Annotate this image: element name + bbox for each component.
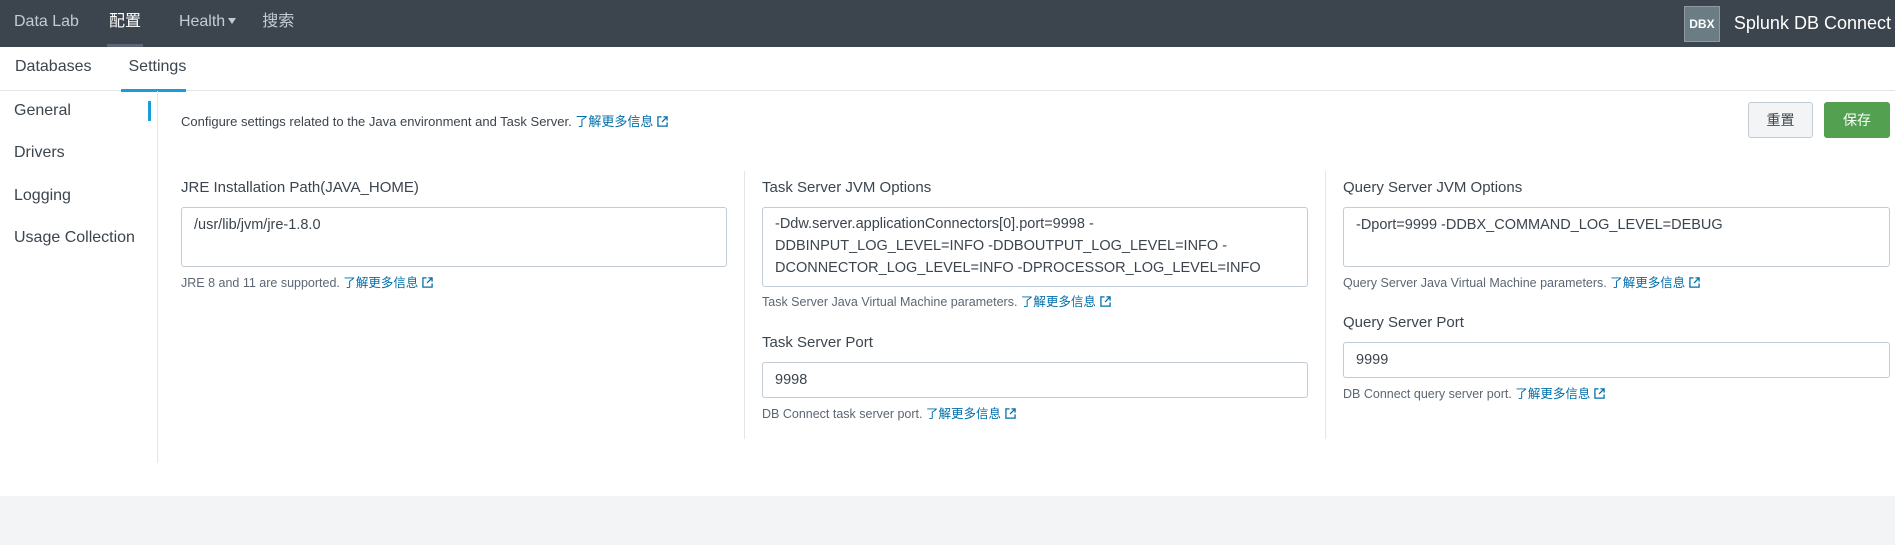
nav-data-lab-label: Data Lab — [14, 13, 79, 30]
query-jvm-options-textarea[interactable]: -Dport=9999 -DDBX_COMMAND_LOG_LEVEL=DEBU… — [1343, 207, 1890, 267]
sidenav-item-usage-collection[interactable]: Usage Collection — [14, 229, 135, 247]
learn-more-label: 了解更多信息 — [343, 276, 419, 290]
task-server-port-help-text: DB Connect task server port. — [762, 407, 923, 421]
chevron-down-icon — [228, 18, 237, 24]
learn-more-label: 了解更多信息 — [1610, 276, 1686, 290]
task-jvm-options-label: Task Server JVM Options — [762, 179, 932, 196]
settings-description: Configure settings related to the Java e… — [181, 111, 669, 130]
jre-path-input[interactable]: /usr/lib/jvm/jre-1.8.0 — [181, 207, 727, 267]
settings-sidenav: General Drivers Logging Usage Collection — [0, 91, 158, 463]
task-jvm-options-help-text: Task Server Java Virtual Machine paramet… — [762, 295, 1018, 309]
task-jvm-learn-more-link[interactable]: 了解更多信息 — [1021, 295, 1111, 309]
external-link-icon — [422, 277, 434, 288]
nav-search[interactable]: 搜索 — [250, 0, 306, 47]
query-server-port-help: DB Connect query server port. 了解更多信息 — [1343, 383, 1606, 402]
app-name: Splunk DB Connect — [1733, 13, 1891, 33]
query-jvm-learn-more-link[interactable]: 了解更多信息 — [1610, 276, 1701, 290]
nav-data-lab[interactable]: Data Lab — [0, 0, 93, 47]
external-link-icon — [657, 116, 669, 127]
external-link-icon — [1689, 277, 1701, 288]
tab-settings[interactable]: Settings — [107, 47, 201, 92]
app-logo-badge: DBX — [1683, 5, 1720, 42]
task-jvm-options-help: Task Server Java Virtual Machine paramet… — [762, 291, 1111, 310]
query-server-port-input[interactable]: 9999 — [1343, 342, 1890, 378]
save-button[interactable]: 保存 — [1824, 102, 1890, 138]
external-link-icon — [1005, 408, 1016, 419]
learn-more-link[interactable]: 了解更多信息 — [575, 114, 669, 129]
nav-health-dropdown[interactable]: Health — [157, 0, 250, 47]
task-server-port-input[interactable]: 9998 — [762, 362, 1308, 398]
learn-more-label: 了解更多信息 — [575, 114, 654, 129]
jre-learn-more-link[interactable]: 了解更多信息 — [343, 276, 434, 290]
nav-health-label: Health — [178, 13, 226, 30]
external-link-icon — [1594, 388, 1606, 399]
task-server-port-help: DB Connect task server port. 了解更多信息 — [762, 403, 1016, 422]
external-link-icon — [1100, 296, 1111, 307]
sidenav-item-logging[interactable]: Logging — [14, 187, 71, 205]
tab-settings-label: Settings — [128, 58, 187, 75]
jre-path-help: JRE 8 and 11 are supported. 了解更多信息 — [181, 272, 434, 291]
page-footer — [0, 496, 1895, 545]
jre-path-help-text: JRE 8 and 11 are supported. — [181, 276, 340, 290]
task-server-port-label: Task Server Port — [762, 334, 873, 351]
tab-databases-label: Databases — [15, 58, 92, 75]
settings-description-text: Configure settings related to the Java e… — [181, 114, 572, 129]
nav-search-label: 搜索 — [262, 13, 295, 30]
column-divider — [1325, 171, 1326, 439]
tab-databases[interactable]: Databases — [0, 47, 107, 91]
tab-bar: Databases Settings — [0, 47, 1895, 92]
general-settings-panel: Configure settings related to the Java e… — [181, 91, 1895, 463]
query-jvm-options-label: Query Server JVM Options — [1343, 179, 1523, 196]
nav-configuration-label: 配置 — [108, 13, 141, 30]
task-port-learn-more-link[interactable]: 了解更多信息 — [926, 407, 1016, 421]
learn-more-label: 了解更多信息 — [1515, 387, 1591, 401]
learn-more-label: 了解更多信息 — [925, 407, 1001, 421]
sidenav-item-drivers[interactable]: Drivers — [14, 144, 65, 162]
task-jvm-options-textarea[interactable]: -Ddw.server.applicationConnectors[0].por… — [762, 207, 1308, 287]
app-brand: DBX Splunk DB Connect — [1683, 0, 1895, 47]
app-bar: Data Lab 配置 Health 搜索 DBX Splunk DB Conn… — [0, 0, 1895, 47]
sidenav-item-general[interactable]: General — [14, 102, 71, 120]
nav-configuration[interactable]: 配置 — [93, 0, 157, 47]
reset-button[interactable]: 重置 — [1748, 102, 1813, 138]
column-divider — [744, 171, 745, 439]
sidenav-active-indicator — [148, 101, 151, 121]
app-nav: Data Lab 配置 Health 搜索 — [0, 0, 306, 47]
jre-path-label: JRE Installation Path(JAVA_HOME) — [181, 179, 419, 196]
learn-more-label: 了解更多信息 — [1020, 295, 1096, 309]
query-server-port-label: Query Server Port — [1343, 314, 1464, 331]
query-port-learn-more-link[interactable]: 了解更多信息 — [1515, 387, 1606, 401]
query-jvm-options-help: Query Server Java Virtual Machine parame… — [1343, 272, 1701, 291]
query-server-port-help-text: DB Connect query server port. — [1343, 387, 1512, 401]
query-jvm-options-help-text: Query Server Java Virtual Machine parame… — [1343, 276, 1607, 290]
